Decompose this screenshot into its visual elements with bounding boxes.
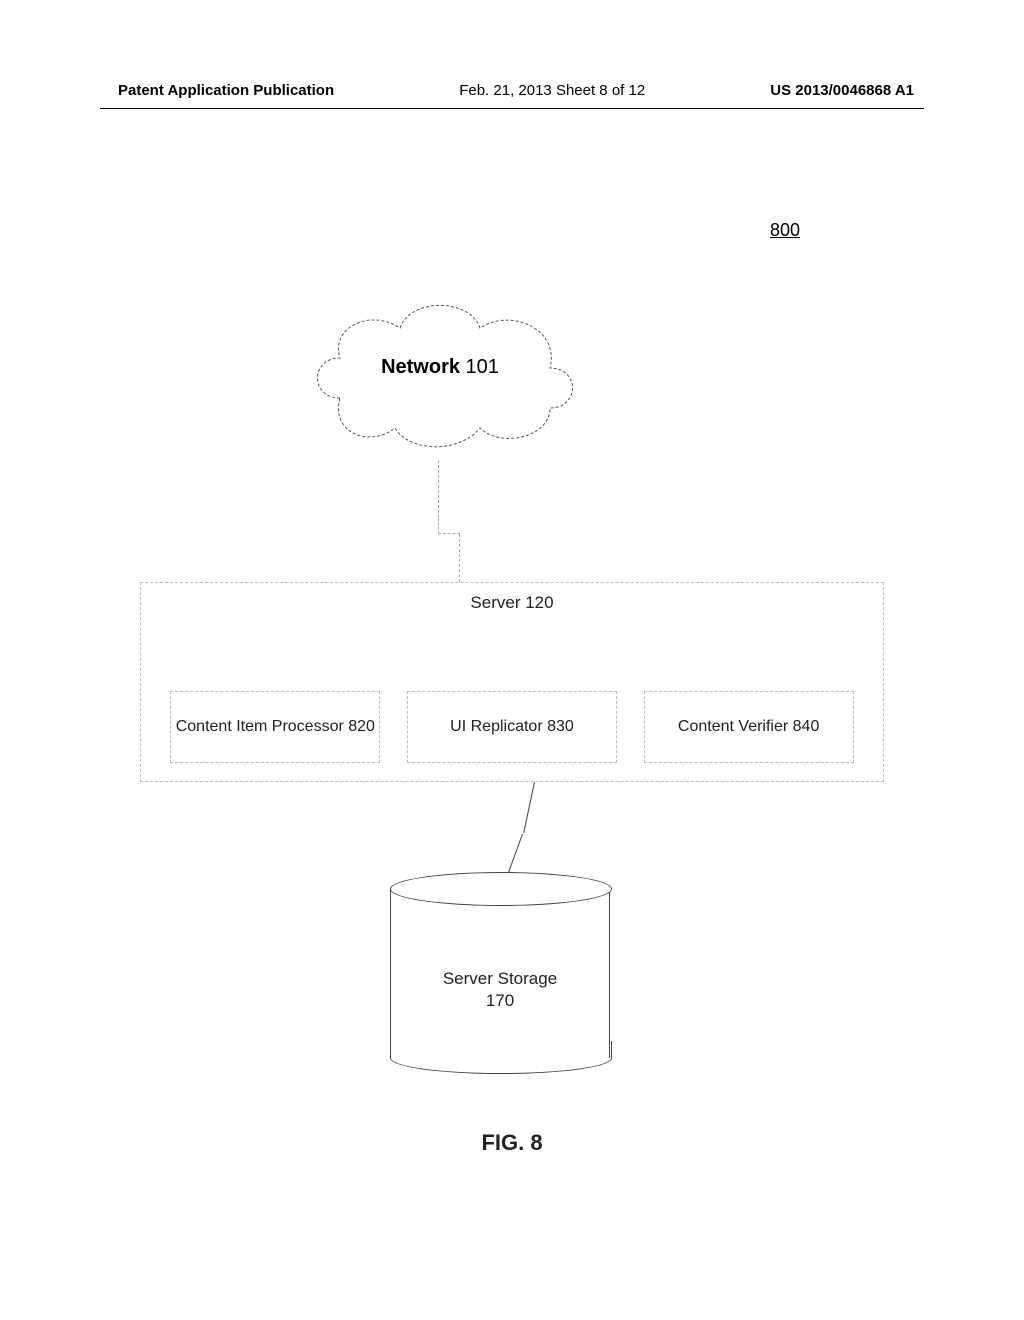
server-storage: Server Storage 170 xyxy=(390,872,610,1072)
figure-reference-number: 800 xyxy=(770,220,800,241)
server-modules-row: Content Item Processor 820 UI Replicator… xyxy=(141,691,883,763)
module-content-verifier: Content Verifier 840 xyxy=(644,691,854,763)
connector-server-to-storage-lower xyxy=(508,834,523,874)
header-date-sheet: Feb. 21, 2013 Sheet 8 of 12 xyxy=(459,82,645,99)
server-container: Server 120 Content Item Processor 820 UI… xyxy=(140,582,884,782)
page-header: Patent Application Publication Feb. 21, … xyxy=(0,82,1024,99)
header-publication: Patent Application Publication xyxy=(118,82,334,99)
network-cloud: Network 101 xyxy=(300,278,580,458)
header-pub-number: US 2013/0046868 A1 xyxy=(770,82,914,99)
figure-caption: FIG. 8 xyxy=(0,1130,1024,1156)
network-label-num: 101 xyxy=(460,356,499,378)
server-title: Server 120 xyxy=(141,593,883,613)
connector-server-to-storage-upper xyxy=(523,782,535,833)
connector-into-server xyxy=(459,534,460,582)
header-rule xyxy=(100,108,924,109)
connector-cloud-to-server xyxy=(438,460,439,518)
network-label: Network 101 xyxy=(300,356,580,379)
module-ui-replicator: UI Replicator 830 xyxy=(407,691,617,763)
connector-jog xyxy=(438,518,460,534)
storage-label: Server Storage 170 xyxy=(390,968,610,1012)
storage-label-line1: Server Storage xyxy=(443,969,557,988)
module-content-item-processor: Content Item Processor 820 xyxy=(170,691,380,763)
storage-label-line2: 170 xyxy=(486,991,514,1010)
network-label-name: Network xyxy=(381,356,460,378)
